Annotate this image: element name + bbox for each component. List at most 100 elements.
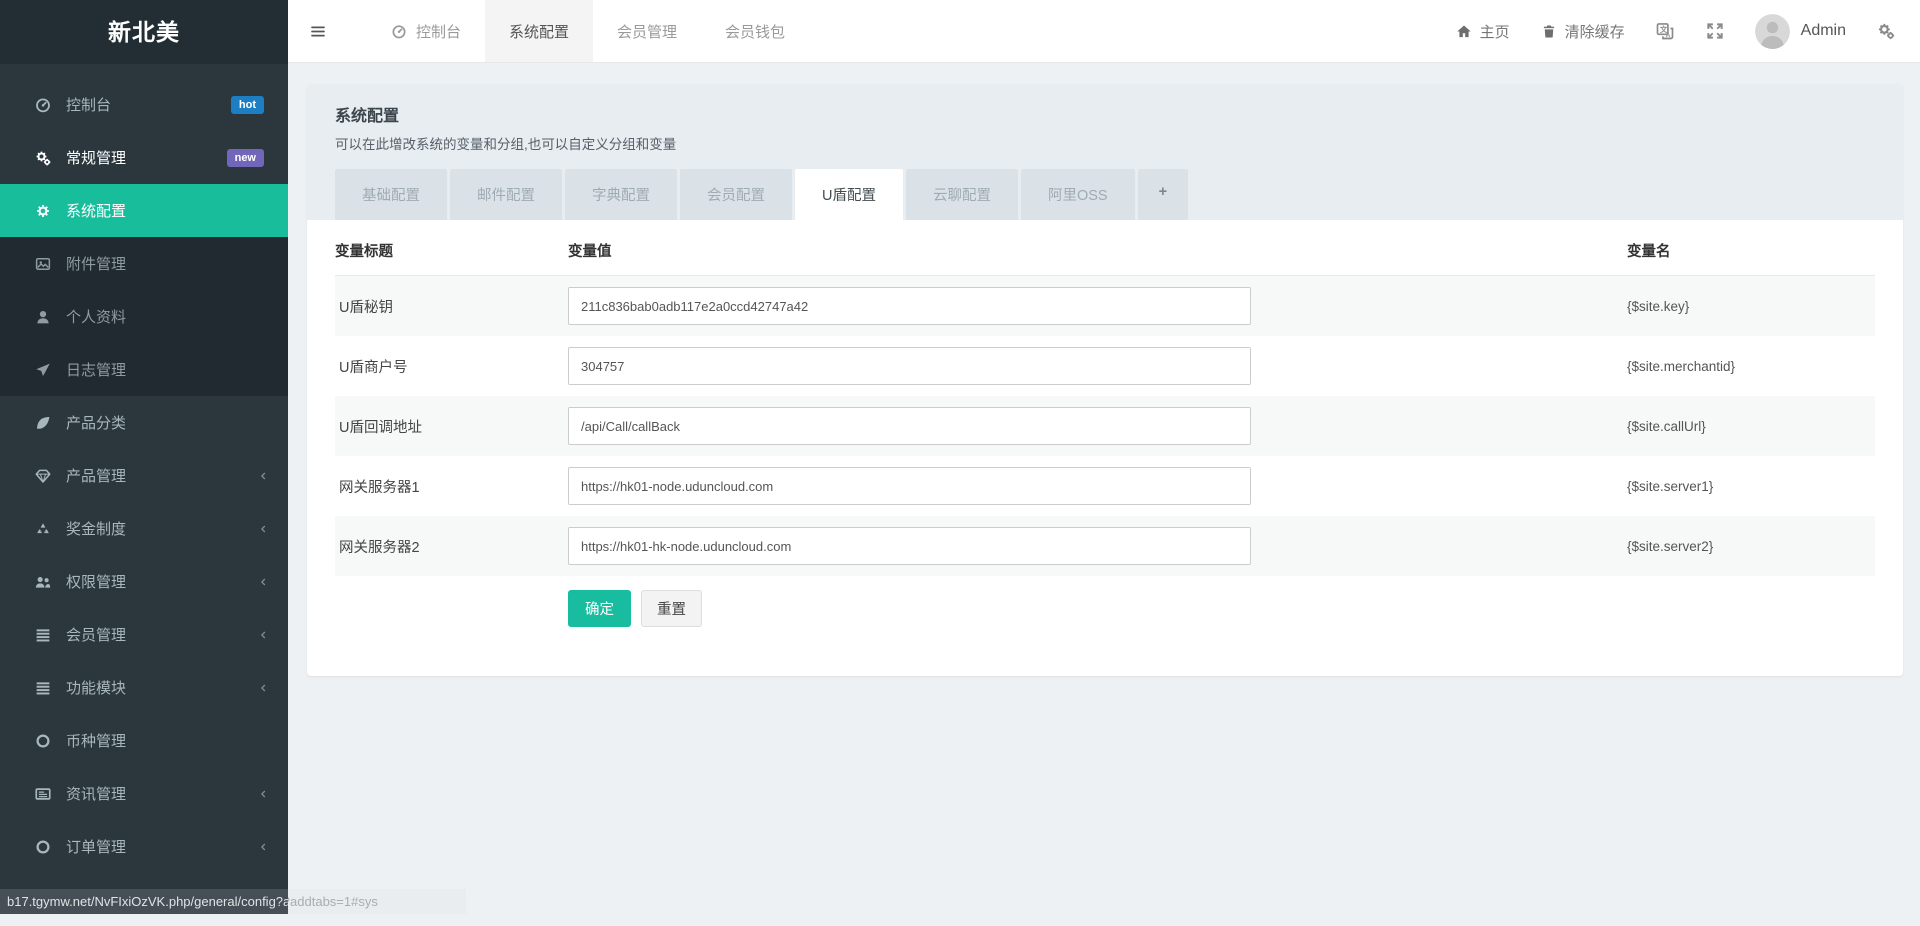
tab-ushield-config[interactable]: U盾配置 [795, 169, 903, 220]
fullscreen-icon[interactable] [1705, 21, 1725, 41]
gateway-server-2-input[interactable] [568, 527, 1251, 565]
var-name: {$site.merchantid} [1627, 359, 1875, 374]
sidebar-item-general-mgmt[interactable]: 常规管理 new [0, 131, 288, 184]
tab-member-config[interactable]: 会员配置 [680, 169, 792, 220]
chevron-left-icon [257, 787, 270, 800]
sidebar-item-label: 产品分类 [66, 412, 126, 433]
users-icon [34, 573, 52, 591]
tab-ali-oss[interactable]: 阿里OSS [1021, 169, 1135, 220]
table-rows: U盾秘钥 {$site.key} U盾商户号 {$site.merchantid… [335, 276, 1875, 576]
sidebar-item-attachment-mgmt[interactable]: 附件管理 [0, 237, 288, 290]
chevron-left-icon [257, 575, 270, 588]
gateway-server-1-input[interactable] [568, 467, 1251, 505]
paper-plane-icon [34, 361, 52, 379]
image-icon [34, 255, 52, 273]
chevron-left-icon [257, 628, 270, 641]
sidebar-item-label: 个人资料 [66, 306, 126, 327]
sidebar-item-label: 资讯管理 [66, 783, 126, 804]
dashboard-icon [34, 96, 52, 114]
sidebar-item-product-mgmt[interactable]: 产品管理 [0, 449, 288, 502]
home-icon [1455, 23, 1473, 40]
page-subtitle: 可以在此增改系统的变量和分组,也可以自定义分组和变量 [335, 133, 1875, 153]
config-table: 变量标题 变量值 变量名 U盾秘钥 {$site.key} U盾商户号 {$si… [307, 220, 1903, 627]
sidebar-item-profile[interactable]: 个人资料 [0, 290, 288, 343]
form-actions: 确定 重置 [568, 590, 1875, 627]
sidebar-item-system-config[interactable]: 系统配置 [0, 184, 288, 237]
user-menu[interactable]: Admin [1755, 14, 1846, 49]
clear-cache-button[interactable]: 清除缓存 [1540, 21, 1625, 42]
topnav-tab-console[interactable]: 控制台 [366, 0, 485, 62]
dashboard-icon [390, 23, 408, 40]
topnav-tab-member-wallet[interactable]: 会员钱包 [701, 0, 809, 62]
status-url-light-segment: b17.tgymw.net/NvFIxiOzVK.php/general/con… [288, 889, 466, 914]
submit-button[interactable]: 确定 [568, 590, 631, 627]
reset-button[interactable]: 重置 [641, 590, 702, 627]
ushield-merchant-id-input[interactable] [568, 347, 1251, 385]
user-icon [34, 308, 52, 326]
sidebar-item-function-modules[interactable]: 功能模块 [0, 661, 288, 714]
sidebar-toggle-button[interactable] [288, 0, 348, 62]
svg-text:A: A [1665, 32, 1670, 40]
sidebar-item-member-mgmt[interactable]: 会员管理 [0, 608, 288, 661]
sidebar-item-label: 系统配置 [66, 200, 126, 221]
var-name: {$site.server2} [1627, 539, 1875, 554]
system-config-panel: 系统配置 可以在此增改系统的变量和分组,也可以自定义分组和变量 基础配置 邮件配… [307, 84, 1903, 676]
recycle-icon [34, 520, 52, 538]
sidebar-item-label: 产品管理 [66, 465, 126, 486]
username: Admin [1801, 22, 1846, 40]
hot-badge: hot [231, 96, 264, 114]
topnav-tab-member-mgmt[interactable]: 会员管理 [593, 0, 701, 62]
sidebar-item-label: 权限管理 [66, 571, 126, 592]
tab-mail-config[interactable]: 邮件配置 [450, 169, 562, 220]
gears-icon[interactable] [1876, 21, 1896, 41]
sidebar-item-currency-mgmt[interactable]: 币种管理 [0, 714, 288, 767]
sidebar-item-label: 币种管理 [66, 730, 126, 751]
status-url-text: b17.tgymw.net/NvFIxiOzVK.php/general/con… [0, 894, 288, 909]
sidebar-item-log-mgmt[interactable]: 日志管理 [0, 343, 288, 396]
sidebar-item-order-mgmt[interactable]: 订单管理 [0, 820, 288, 873]
sidebar-item-console[interactable]: 控制台 hot [0, 78, 288, 131]
table-row: U盾秘钥 {$site.key} [335, 276, 1875, 336]
tab-dict-config[interactable]: 字典配置 [565, 169, 677, 220]
chevron-left-icon [257, 840, 270, 853]
top-tab-bar: 控制台 系统配置 会员管理 会员钱包 [366, 0, 809, 62]
sidebar-item-news-mgmt[interactable]: 资讯管理 [0, 767, 288, 820]
ushield-callback-url-input[interactable] [568, 407, 1251, 445]
col-header-name: 变量名 [1627, 240, 1875, 261]
var-name: {$site.callUrl} [1627, 419, 1875, 434]
sidebar-item-label: 日志管理 [66, 359, 126, 380]
var-title: U盾商户号 [335, 356, 568, 377]
tab-yunliao-config[interactable]: 云聊配置 [906, 169, 1018, 220]
table-row: U盾回调地址 {$site.callUrl} [335, 396, 1875, 456]
sidebar-item-label: 功能模块 [66, 677, 126, 698]
list-icon [34, 626, 52, 644]
ushield-key-input[interactable] [568, 287, 1251, 325]
sidebar-item-permission-mgmt[interactable]: 权限管理 [0, 555, 288, 608]
status-url-dark-segment: b17.tgymw.net/NvFIxiOzVK.php/general/con… [0, 889, 288, 914]
gear-icon [34, 202, 52, 220]
panel-header: 系统配置 可以在此增改系统的变量和分组,也可以自定义分组和变量 基础配置 邮件配… [307, 84, 1903, 220]
tab-basic-config[interactable]: 基础配置 [335, 169, 447, 220]
table-row: U盾商户号 {$site.merchantid} [335, 336, 1875, 396]
sidebar-item-product-category[interactable]: 产品分类 [0, 396, 288, 449]
sidebar-item-label: 附件管理 [66, 253, 126, 274]
trash-icon [1540, 23, 1558, 40]
home-link[interactable]: 主页 [1455, 21, 1510, 42]
col-header-title: 变量标题 [335, 240, 568, 261]
translate-icon[interactable]: 文A [1655, 21, 1675, 41]
top-navbar: 控制台 系统配置 会员管理 会员钱包 主页 清除缓存 文A Admin [288, 0, 1920, 63]
sidebar-item-bonus-system[interactable]: 奖金制度 [0, 502, 288, 555]
topnav-tab-system-config[interactable]: 系统配置 [485, 0, 593, 62]
app-logo: 新北美 [0, 0, 288, 64]
add-tab-button[interactable]: + [1138, 169, 1188, 220]
leaf-icon [34, 414, 52, 432]
sidebar-item-label: 订单管理 [66, 836, 126, 857]
status-url-text: b17.tgymw.net/NvFIxiOzVK.php/general/con… [288, 889, 378, 914]
chevron-left-icon [257, 469, 270, 482]
var-name: {$site.key} [1627, 299, 1875, 314]
col-header-value: 变量值 [568, 240, 1627, 261]
var-title: U盾秘钥 [335, 296, 568, 317]
new-badge: new [227, 149, 264, 167]
config-tab-bar: 基础配置 邮件配置 字典配置 会员配置 U盾配置 云聊配置 阿里OSS + [335, 169, 1875, 220]
table-header-row: 变量标题 变量值 变量名 [335, 220, 1875, 276]
